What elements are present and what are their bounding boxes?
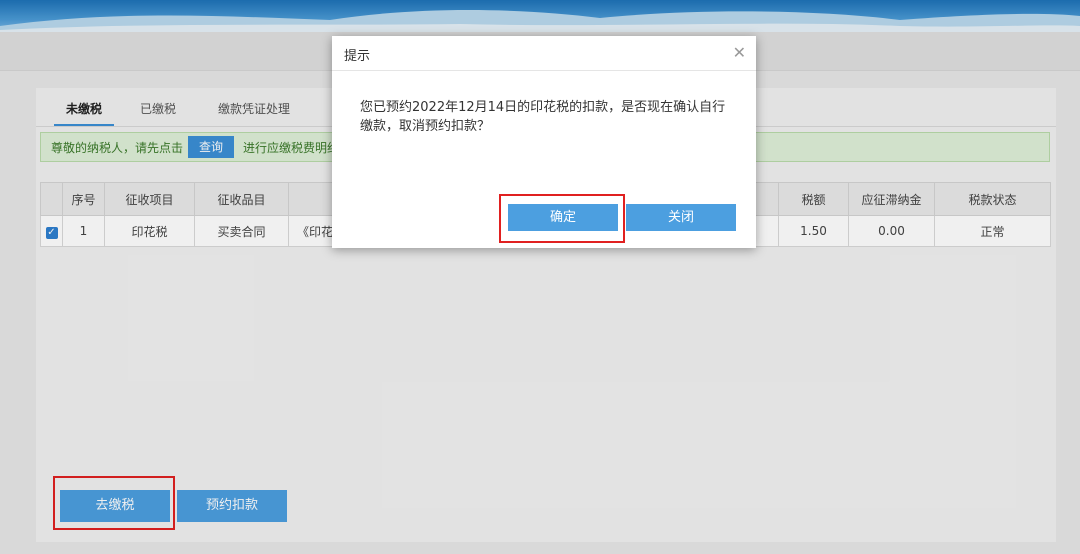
dialog-message: 您已预约2022年12月14日的印花税的扣款，是否现在确认自行缴款，取消预约扣款…	[360, 100, 726, 134]
dialog-header: 提示 ✕	[332, 36, 756, 71]
dialog-close-button[interactable]: 关闭	[626, 204, 736, 231]
close-icon[interactable]: ✕	[733, 43, 746, 62]
highlight-confirm-button	[499, 194, 625, 243]
dialog-title: 提示	[344, 49, 371, 64]
